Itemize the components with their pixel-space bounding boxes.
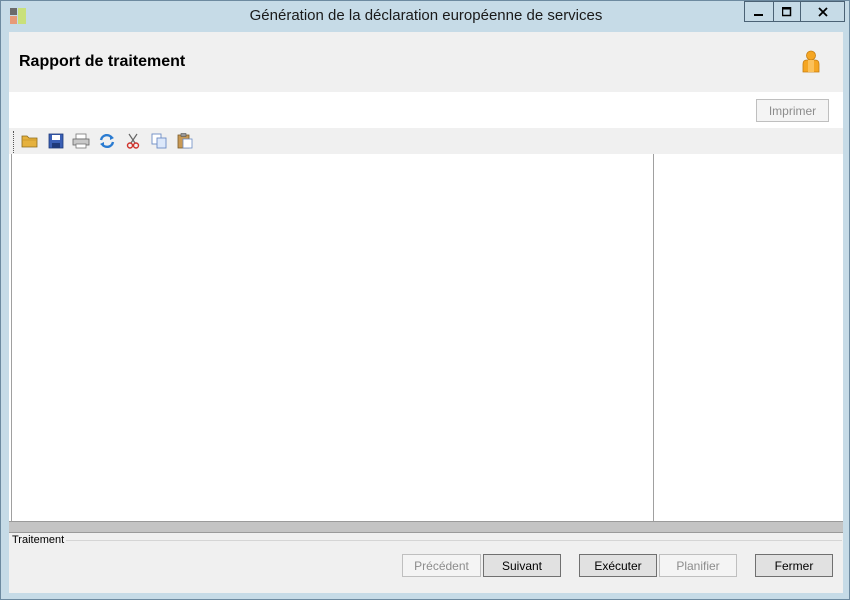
progress-bar bbox=[9, 521, 843, 533]
save-icon[interactable] bbox=[47, 132, 65, 150]
group-label-traitement: Traitement bbox=[12, 534, 65, 546]
group-separator bbox=[66, 540, 842, 541]
main-window: Génération de la déclaration européenne … bbox=[0, 0, 850, 600]
execute-button[interactable]: Exécuter bbox=[579, 554, 657, 577]
print-icon[interactable] bbox=[72, 132, 90, 150]
title-bar[interactable]: Génération de la déclaration européenne … bbox=[1, 1, 849, 32]
copy-icon[interactable] bbox=[150, 132, 168, 150]
minimize-button[interactable] bbox=[744, 1, 773, 22]
schedule-button[interactable]: Planifier bbox=[659, 554, 737, 577]
folder-open-icon[interactable] bbox=[21, 132, 39, 150]
pane-splitter[interactable] bbox=[653, 154, 654, 522]
previous-button[interactable]: Précédent bbox=[402, 554, 481, 577]
print-button[interactable]: Imprimer bbox=[756, 99, 829, 122]
close-window-button[interactable] bbox=[800, 1, 845, 22]
window-title: Génération de la déclaration européenne … bbox=[249, 7, 603, 24]
footer-panel: Traitement Précédent Suivant Exécuter Pl… bbox=[9, 533, 843, 593]
client-area: Rapport de traitement Imprimer Traitemen… bbox=[9, 32, 843, 593]
close-button[interactable]: Fermer bbox=[755, 554, 833, 577]
maximize-button[interactable] bbox=[773, 1, 800, 22]
refresh-icon[interactable] bbox=[98, 132, 116, 150]
maximize-icon bbox=[782, 6, 792, 16]
report-content-pane[interactable] bbox=[11, 154, 843, 522]
close-icon bbox=[817, 6, 828, 17]
toolbar bbox=[9, 128, 843, 155]
minimize-icon bbox=[754, 13, 763, 16]
user-icon bbox=[802, 50, 820, 73]
paste-icon[interactable] bbox=[176, 132, 194, 150]
toolbar-grip[interactable] bbox=[13, 131, 15, 155]
page-header: Rapport de traitement bbox=[9, 32, 843, 92]
cut-icon[interactable] bbox=[124, 132, 142, 150]
page-title: Rapport de traitement bbox=[19, 53, 186, 70]
next-button[interactable]: Suivant bbox=[483, 554, 561, 577]
